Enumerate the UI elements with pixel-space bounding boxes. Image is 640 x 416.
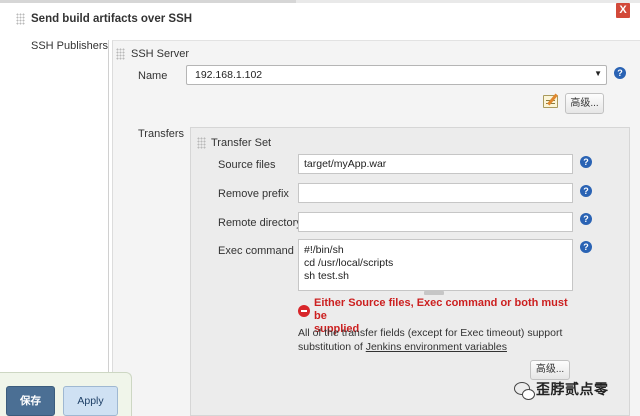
- error-line: Either Source files, Exec command or bot…: [314, 297, 568, 322]
- ssh-server-title: SSH Server: [131, 48, 190, 60]
- exec-command-line: cd /usr/local/scripts: [304, 257, 394, 269]
- wechat-icon: [514, 382, 535, 400]
- transfers-label: Transfers: [138, 128, 185, 140]
- apply-button[interactable]: Apply: [63, 386, 118, 416]
- drag-handle-server[interactable]: [116, 48, 125, 60]
- drag-handle-section[interactable]: [16, 13, 25, 25]
- drag-handle-transfer-set[interactable]: [197, 137, 206, 149]
- remote-directory-label: Remote directory: [218, 217, 302, 229]
- exec-command-line: #!/bin/sh: [304, 244, 344, 256]
- source-files-label: Source files: [218, 159, 276, 171]
- info-line: All of the transfer fields (except for E…: [298, 327, 563, 339]
- help-icon[interactable]: ?: [614, 67, 626, 79]
- server-advanced-button[interactable]: 高级...: [565, 93, 604, 114]
- watermark-text: 歪脖贰点零: [536, 381, 609, 397]
- remove-prefix-input[interactable]: [298, 183, 573, 203]
- help-icon[interactable]: ?: [580, 185, 592, 197]
- server-name-value: 192.168.1.102: [195, 69, 263, 81]
- name-label: Name: [138, 70, 168, 82]
- info-line: substitution of Jenkins environment vari…: [298, 340, 588, 354]
- exec-command-line: sh test.sh: [304, 270, 349, 282]
- exec-command-textarea[interactable]: #!/bin/sh cd /usr/local/scripts sh test.…: [298, 239, 573, 291]
- help-icon[interactable]: ?: [580, 156, 592, 168]
- info-prefix: substitution of: [298, 341, 366, 353]
- transfer-set-title: Transfer Set: [211, 137, 272, 149]
- jenkins-env-vars-link[interactable]: Jenkins environment variables: [366, 341, 507, 353]
- dropdown-arrow-icon: ▼: [594, 69, 602, 78]
- ssh-publishers-label: SSH Publishers: [31, 40, 109, 52]
- remote-directory-input[interactable]: [298, 212, 573, 232]
- section-title: Send build artifacts over SSH: [31, 13, 193, 25]
- help-icon[interactable]: ?: [580, 213, 592, 225]
- help-icon[interactable]: ?: [580, 241, 592, 253]
- transfer-info-text: All of the transfer fields (except for E…: [298, 326, 588, 354]
- save-button[interactable]: 保存: [6, 386, 55, 416]
- source-files-input[interactable]: target/myApp.war: [298, 154, 573, 174]
- error-icon: [298, 305, 310, 317]
- delete-section-button[interactable]: X: [616, 3, 630, 18]
- server-name-select[interactable]: 192.168.1.102 ▼: [186, 65, 607, 85]
- notepad-icon[interactable]: [543, 95, 558, 108]
- top-strip-left: [0, 0, 296, 3]
- transfer-advanced-button[interactable]: 高级...: [530, 360, 570, 380]
- remove-prefix-label: Remove prefix: [218, 188, 289, 200]
- textarea-resize-handle[interactable]: [424, 291, 444, 295]
- column-divider: [108, 40, 109, 416]
- exec-command-label: Exec command: [218, 245, 294, 257]
